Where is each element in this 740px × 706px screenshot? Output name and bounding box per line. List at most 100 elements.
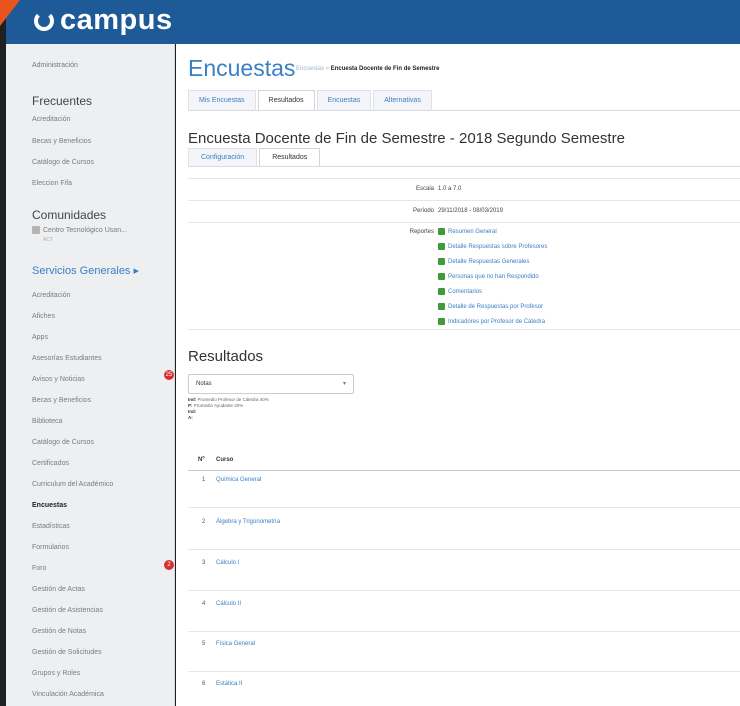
table-row-divider <box>188 671 740 672</box>
info-row-escala: Escala 1.0 a 7.0 <box>188 178 740 200</box>
subtab-resultados[interactable]: Resultados <box>259 148 321 166</box>
breadcrumb-current: Encuesta Docente de Fin de Semestre <box>330 66 440 72</box>
select-value: Notas <box>196 381 212 387</box>
sidebar: Administración Frecuentes Acreditación B… <box>6 44 175 706</box>
sidebar-item-frecuente[interactable]: Acreditación <box>32 116 71 123</box>
legend-line: A: <box>188 415 193 420</box>
legend-line: Ind: <box>188 409 197 414</box>
report-link[interactable]: Detalle Respuestas Generales <box>438 258 529 265</box>
info-value: 1.0 a 7.0 <box>438 186 462 192</box>
info-label: Período <box>412 208 434 214</box>
table-header-divider <box>188 470 740 471</box>
page-title: Encuestas <box>188 55 296 81</box>
report-link-label: Detalle Respuestas Generales <box>448 258 530 265</box>
campus-logo-icon <box>34 10 54 31</box>
sidebar-item-service[interactable]: Grupos y Roles <box>32 670 80 677</box>
tab-resultados[interactable]: Resultados <box>257 90 315 110</box>
table-row-divider <box>188 590 740 591</box>
breadcrumb-link[interactable]: Encuestas <box>296 66 324 72</box>
report-link[interactable]: Detalle Respuestas sobre Profesores <box>438 243 547 250</box>
table-row-divider <box>188 507 740 508</box>
excel-icon <box>438 318 445 325</box>
course-link[interactable]: Álgebra y Trigonometría <box>216 519 280 525</box>
brand-text: campus <box>60 4 173 36</box>
sidebar-item-service[interactable]: Vinculación Académica <box>32 691 104 698</box>
sidebar-item-frecuente[interactable]: Catálogo de Cursos <box>32 159 94 166</box>
survey-title: Encuesta Docente de Fin de Semestre - 20… <box>188 130 625 147</box>
tab-encuestas[interactable]: Encuestas <box>316 90 372 110</box>
course-link[interactable]: Cálculo II <box>216 601 241 607</box>
sidebar-comunidad-sub: ACT <box>43 237 53 243</box>
results-type-select[interactable]: Notas ▾ <box>188 374 354 394</box>
corner-ribbon <box>0 0 20 26</box>
course-number: 3 <box>202 560 206 566</box>
course-number: 2 <box>202 519 206 525</box>
table-row-divider <box>188 631 740 632</box>
info-label: Reportes <box>409 229 434 235</box>
course-link[interactable]: Física General <box>216 641 255 647</box>
sidebar-item-service[interactable]: Acreditación <box>32 292 71 299</box>
campus-logo[interactable]: campus <box>34 4 173 37</box>
breadcrumb: Encuestas » Encuesta Docente de Fin de S… <box>296 66 440 72</box>
sidebar-item-service[interactable]: Gestión de Solicitudes <box>32 649 102 656</box>
report-link[interactable]: Detalle de Respuestas por Profesor <box>438 303 543 310</box>
sidebar-item-frecuente[interactable]: Becas y Beneficios <box>32 138 91 145</box>
avisos-count-badge: 25 <box>164 370 174 380</box>
report-link-label: Comentarios <box>448 288 483 295</box>
sidebar-item-service[interactable]: Becas y Beneficios <box>32 397 91 404</box>
sidebar-item-service[interactable]: Catálogo de Cursos <box>32 439 94 446</box>
report-link[interactable]: Resumen General <box>438 228 497 235</box>
sidebar-item-service[interactable]: Gestión de Notas <box>32 628 86 635</box>
course-number: 6 <box>202 681 206 687</box>
sidebar-item-service[interactable]: Apps <box>32 334 48 341</box>
sidebar-item-service[interactable]: Estadísticas <box>32 523 70 530</box>
main-tabs: Mis Encuestas Resultados Encuestas Alter… <box>188 90 434 110</box>
sidebar-item-frecuente[interactable]: Eleccion Fifa <box>32 180 72 187</box>
sidebar-admin-link[interactable]: Administración <box>32 62 78 69</box>
course-link[interactable]: Cálculo I <box>216 560 239 566</box>
tab-alternativas[interactable]: Alternativas <box>373 90 432 110</box>
report-link-label: Detalle de Respuestas por Profesor <box>448 303 544 310</box>
sidebar-item-service[interactable]: Biblioteca <box>32 418 62 425</box>
course-number: 5 <box>202 641 206 647</box>
chevron-down-icon: ▾ <box>342 381 346 387</box>
legend-line: P: Promedio Ayudante 20% <box>188 403 244 408</box>
excel-icon <box>438 288 445 295</box>
sidebar-item-service[interactable]: Certificados <box>32 460 69 467</box>
course-number: 1 <box>202 477 206 483</box>
excel-icon <box>438 243 445 250</box>
sidebar-item-service[interactable]: Afiches <box>32 313 55 320</box>
subtab-configuracion[interactable]: Configuración <box>188 148 258 166</box>
report-link-label: Indicadores por Profesor de Cátedra <box>448 318 546 325</box>
tabs-divider <box>188 110 740 111</box>
sidebar-section-frecuentes: Frecuentes <box>32 94 93 108</box>
report-link-label: Detalle Respuestas sobre Profesores <box>448 243 548 250</box>
excel-icon <box>438 228 445 235</box>
report-link-label: Personas que no han Respondido <box>448 273 539 280</box>
sidebar-item-service[interactable]: Gestión de Actas <box>32 586 85 593</box>
sidebar-item-service[interactable]: Avisos y Noticias <box>32 376 85 383</box>
report-link[interactable]: Personas que no han Respondido <box>438 273 539 280</box>
sidebar-item-service[interactable]: Gestión de Asistencias <box>32 607 103 614</box>
main-content: Encuestas Encuestas » Encuesta Docente d… <box>176 44 740 706</box>
sidebar-item-service[interactable]: Curriculum del Académico <box>32 481 113 488</box>
sidebar-item-service[interactable]: Foro <box>32 565 46 572</box>
excel-icon <box>438 273 445 280</box>
community-icon <box>32 226 40 234</box>
foro-count-badge: 2 <box>164 560 174 570</box>
sidebar-section-servicios[interactable]: Servicios Generales ▸ <box>32 264 139 277</box>
legend-line: Ind: Promedio Profesor de Cátedra 40% <box>188 397 269 402</box>
table-header-num: Nº <box>198 457 205 463</box>
course-link[interactable]: Química General <box>216 477 261 483</box>
excel-icon <box>438 258 445 265</box>
sidebar-item-service[interactable]: Encuestas <box>32 502 67 509</box>
course-link[interactable]: Estática II <box>216 681 242 687</box>
report-link[interactable]: Comentarios <box>438 288 482 295</box>
report-link[interactable]: Indicadores por Profesor de Cátedra <box>438 318 545 325</box>
results-heading: Resultados <box>188 348 264 365</box>
tab-mis-encuestas[interactable]: Mis Encuestas <box>188 90 256 110</box>
sidebar-item-service[interactable]: Asesorías Estudiantes <box>32 355 102 362</box>
subtabs-divider <box>188 166 740 167</box>
sidebar-item-service[interactable]: Formularios <box>32 544 69 551</box>
sidebar-item-comunidad[interactable]: Centro Tecnológico Usan... <box>43 227 127 234</box>
